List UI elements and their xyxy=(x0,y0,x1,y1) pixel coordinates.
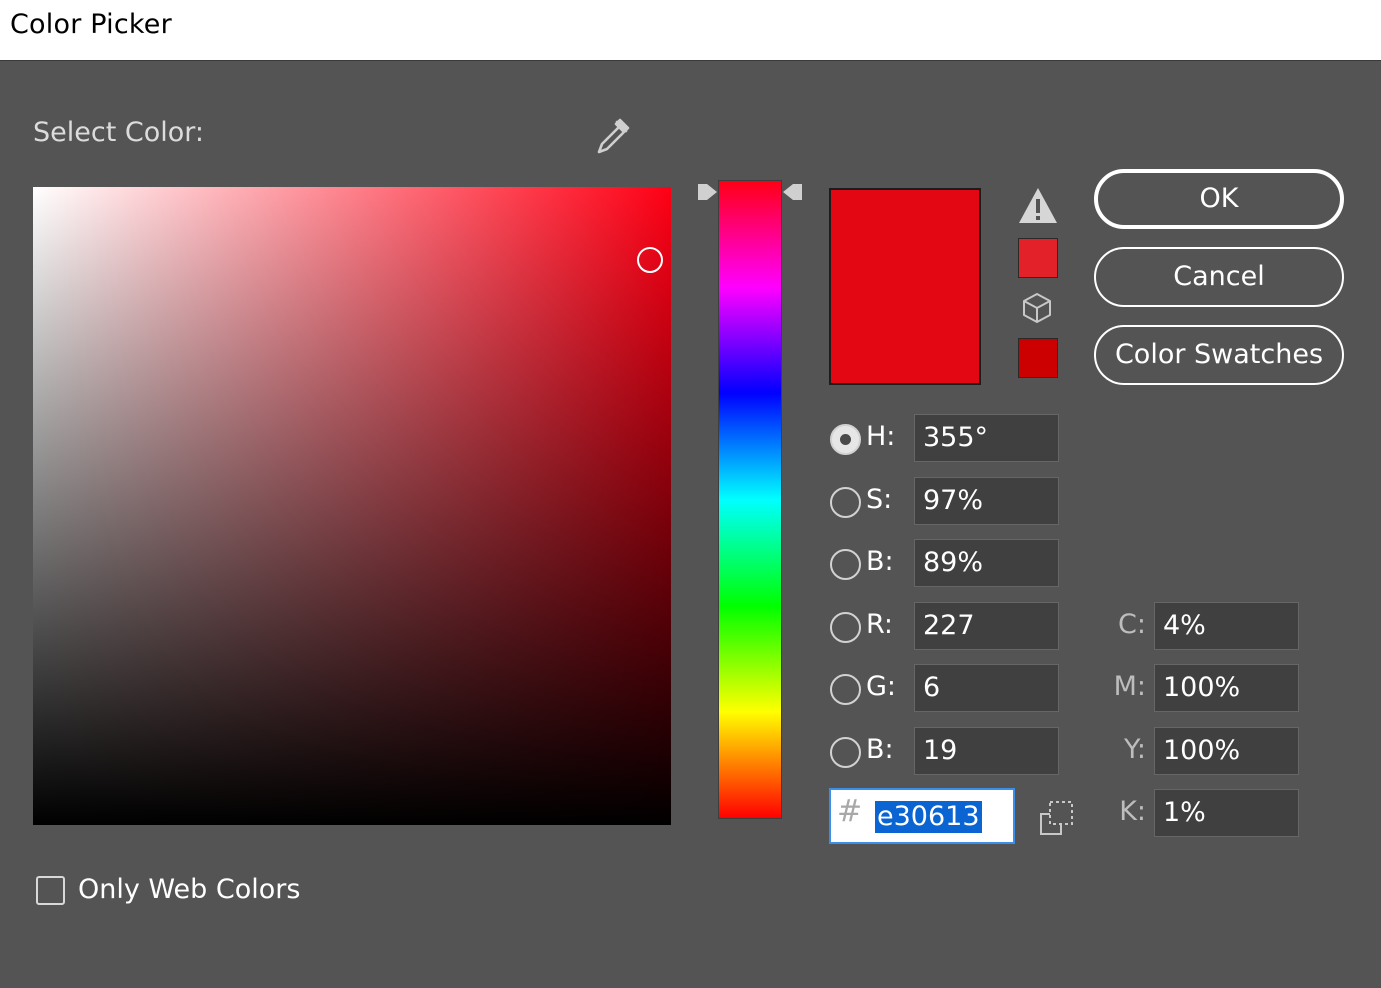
saturation-label: S: xyxy=(866,484,893,515)
only-web-colors-checkbox[interactable] xyxy=(36,876,65,905)
hue-slider-left-handle[interactable] xyxy=(697,181,719,203)
green-radio[interactable] xyxy=(830,674,861,705)
brightness-label: B: xyxy=(866,546,894,577)
new-color-preview xyxy=(831,190,979,287)
select-color-label: Select Color: xyxy=(33,117,204,148)
warning-triangle-icon[interactable] xyxy=(1017,186,1059,226)
only-web-colors-label[interactable]: Only Web Colors xyxy=(78,874,300,905)
cyan-label: C: xyxy=(1118,609,1146,640)
color-swatches-button[interactable]: Color Swatches xyxy=(1094,325,1344,385)
hex-prefix: # xyxy=(837,794,863,829)
ok-button[interactable]: OK xyxy=(1094,169,1344,229)
current-color-preview[interactable] xyxy=(831,286,979,383)
copy-hex-icon[interactable] xyxy=(1037,798,1077,838)
black-label: K: xyxy=(1119,796,1146,827)
color-preview xyxy=(829,188,981,385)
hue-label: H: xyxy=(866,421,896,452)
black-field[interactable]: 1% xyxy=(1154,789,1299,837)
eyedropper-icon[interactable] xyxy=(590,112,640,162)
in-gamut-color-swatch[interactable] xyxy=(1018,238,1058,278)
saturation-radio[interactable] xyxy=(830,487,861,518)
saturation-brightness-field[interactable] xyxy=(33,187,671,825)
web-safe-color-swatch[interactable] xyxy=(1018,338,1058,378)
magenta-field[interactable]: 100% xyxy=(1154,664,1299,712)
saturation-field[interactable]: 97% xyxy=(914,477,1059,525)
red-label: R: xyxy=(866,609,894,640)
green-label: G: xyxy=(866,671,897,702)
hex-value-selected[interactable]: e30613 xyxy=(875,801,982,833)
yellow-field[interactable]: 100% xyxy=(1154,727,1299,775)
magenta-label: M: xyxy=(1113,671,1146,702)
hue-slider-right-handle[interactable] xyxy=(781,181,803,203)
brightness-field[interactable]: 89% xyxy=(914,539,1059,587)
color-selection-marker[interactable] xyxy=(637,247,663,273)
hue-field[interactable]: 355° xyxy=(914,414,1059,462)
yellow-label: Y: xyxy=(1123,734,1146,765)
hue-radio[interactable] xyxy=(830,424,861,455)
title-bar: Color Picker xyxy=(0,0,1381,61)
blue-field[interactable]: 19 xyxy=(914,727,1059,775)
cube-icon[interactable] xyxy=(1021,291,1053,325)
brightness-radio[interactable] xyxy=(830,549,861,580)
cancel-button[interactable]: Cancel xyxy=(1094,247,1344,307)
green-field[interactable]: 6 xyxy=(914,664,1059,712)
red-field[interactable]: 227 xyxy=(914,602,1059,650)
hue-slider[interactable] xyxy=(718,180,782,819)
hex-input[interactable]: # e30613 xyxy=(829,788,1015,844)
blue-radio[interactable] xyxy=(830,737,861,768)
blue-label: B: xyxy=(866,734,894,765)
window-title: Color Picker xyxy=(10,9,172,40)
cyan-field[interactable]: 4% xyxy=(1154,602,1299,650)
red-radio[interactable] xyxy=(830,612,861,643)
